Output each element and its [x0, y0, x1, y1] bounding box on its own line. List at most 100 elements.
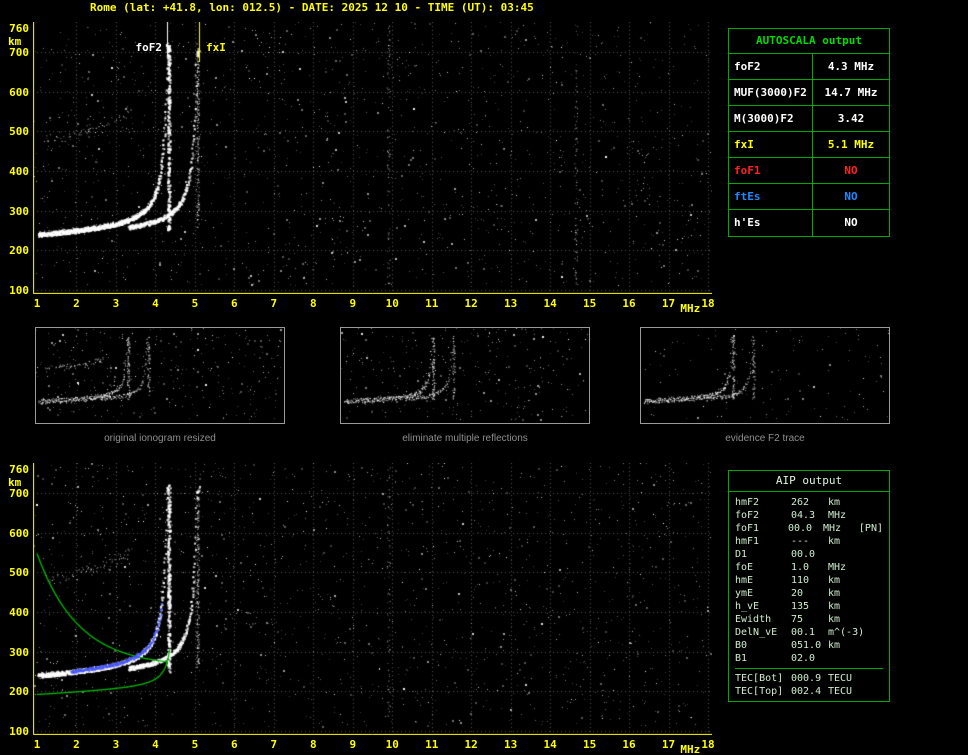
param-label: ftEs — [729, 184, 813, 209]
y-axis-tick-label: 760 — [9, 463, 29, 476]
y-axis-tick-label: 760 — [9, 22, 29, 35]
thumbnail-canvas-original — [36, 328, 284, 423]
x-axis-tick-label: 9 — [349, 738, 357, 751]
x-axis-tick-label: 7 — [270, 738, 278, 751]
aip-note — [866, 672, 883, 685]
param-label: fxI — [729, 132, 813, 157]
aip-value: 002.4 — [791, 686, 822, 697]
x-axis-tick-label: 1 — [33, 738, 41, 751]
y-axis-tick-label: 200 — [9, 685, 29, 699]
aip-output-table: AIP output hmF2 262 km foF2 04.3 MHz foF1 00.0 M… — [728, 470, 890, 702]
aip-unit: km — [828, 575, 841, 586]
x-axis-tick-label: 17 — [661, 297, 676, 310]
x-axis-unit-label: MHz — [680, 743, 701, 755]
y-axis-tick-label: 100 — [9, 725, 29, 738]
param-value: 4.3 MHz — [827, 60, 875, 73]
x-axis-tick-label: 10 — [385, 297, 399, 310]
aip-value: 00.0 — [791, 549, 816, 560]
aip-value: 135 — [791, 601, 810, 612]
aip-unit: km — [828, 614, 841, 625]
param-value: 5.1 MHz — [827, 138, 875, 151]
x-axis-tick-label: 5 — [191, 738, 199, 751]
autoscala-row-ftes: ftEs NO — [729, 184, 889, 210]
y-axis-tick-label: 300 — [9, 645, 29, 659]
x-axis-tick-label: 4 — [152, 297, 159, 310]
x-axis-tick-label: 18 — [701, 738, 715, 751]
param-label: foF1 — [729, 158, 813, 183]
aip-unit — [828, 548, 866, 561]
x-axis-tick-label: 15 — [582, 738, 597, 751]
aip-name: ymE — [735, 588, 754, 599]
ionogram-main: foF2 fxI 760 700 600 500 400 300 200 100 km 1 2 3 4 5… — [2, 14, 726, 324]
y-axis-unit-label: km — [8, 476, 22, 489]
station-date-title: Rome (lat: +41.8, lon: 012.5) - DATE: 20… — [90, 1, 534, 14]
x-axis-tick-label: 16 — [622, 738, 636, 751]
param-label: M(3000)F2 — [729, 106, 813, 131]
aip-note — [866, 561, 883, 574]
x-axis-tick-label: 17 — [661, 738, 676, 751]
aip-row-fof1: foF1 00.0 MHz [PN] — [735, 522, 883, 535]
x-axis-tick-label: 10 — [385, 738, 399, 751]
x-axis-tick-label: 16 — [622, 297, 636, 310]
x-axis-tick-label: 13 — [504, 297, 518, 310]
aip-row-d1: D1 00.0 — [735, 548, 883, 561]
aip-row-ewidth: Ewidth 75 km — [735, 613, 883, 626]
x-axis-tick-label: 6 — [231, 297, 238, 310]
y-axis-tick-label: 200 — [9, 244, 29, 258]
y-axis-unit-label: km — [8, 35, 22, 48]
aip-note — [866, 600, 883, 613]
param-label: MUF(3000)F2 — [729, 80, 813, 105]
aip-value: 02.0 — [791, 653, 816, 664]
x-axis-unit-label: MHz — [680, 302, 701, 315]
aip-row-yme: ymE 20 km — [735, 587, 883, 600]
param-value: 3.42 — [837, 112, 865, 125]
y-axis-tick-label: 100 — [9, 284, 29, 297]
thumbnail-f2-trace — [640, 327, 890, 424]
autoscala-table-header: AUTOSCALA output — [729, 29, 889, 54]
aip-name: hmF2 — [735, 497, 760, 508]
aip-note — [866, 639, 883, 652]
autoscala-row-hes: h'Es NO — [729, 210, 889, 236]
aip-name: TEC[Bot] — [735, 673, 784, 684]
aip-unit: km — [828, 497, 841, 508]
aip-value: --- — [791, 536, 810, 547]
aip-unit: km — [828, 588, 841, 599]
x-axis-tick-label: 7 — [270, 297, 278, 310]
aip-note — [866, 587, 883, 600]
aip-value: 20 — [791, 588, 804, 599]
aip-note — [866, 685, 883, 698]
aip-value: 110 — [791, 575, 810, 586]
aip-row-fof2: foF2 04.3 MHz — [735, 509, 883, 522]
aip-table-rows: hmF2 262 km foF2 04.3 MHz foF1 00.0 MHz [PN] hmF1 -… — [729, 492, 889, 701]
aip-row-hve: h_vE 135 km — [735, 600, 883, 613]
x-axis-tick-label: 12 — [464, 297, 478, 310]
thumbnail-canvas-no-multiples — [341, 328, 589, 423]
aip-row-hmf1: hmF1 --- km — [735, 535, 883, 548]
aip-name: Ewidth — [735, 614, 772, 625]
aip-name: D1 — [735, 549, 748, 560]
aip-note — [866, 496, 883, 509]
autoscala-row-m3000f2: M(3000)F2 3.42 — [729, 106, 889, 132]
aip-value: 04.3 — [791, 510, 816, 521]
x-axis-tick-label: 11 — [425, 297, 439, 310]
autoscala-row-fof2: foF2 4.3 MHz — [729, 54, 889, 80]
aip-name: hmE — [735, 575, 754, 586]
x-axis-tick-label: 8 — [309, 297, 317, 310]
x-axis-tick-label: 2 — [73, 738, 80, 751]
fxI-marker-label: fxI — [206, 41, 226, 54]
aip-row-b0: B0 051.0 km — [735, 639, 883, 652]
x-axis-tick-label: 2 — [73, 297, 80, 310]
y-axis-tick-label: 300 — [9, 204, 29, 218]
autoscala-output-table: AUTOSCALA output foF2 4.3 MHz MUF(3000)F2 1… — [728, 28, 890, 237]
autoscala-row-fxi: fxI 5.1 MHz — [729, 132, 889, 158]
y-axis-tick-label: 400 — [9, 164, 29, 178]
aip-unit: TECU — [828, 686, 853, 697]
x-axis-tick-label: 5 — [191, 297, 199, 310]
aip-name: B0 — [735, 640, 748, 651]
aip-note: [PN] — [858, 523, 883, 534]
param-value: NO — [844, 216, 858, 229]
aip-note — [866, 509, 883, 522]
thumbnail-caption: eliminate multiple reflections — [402, 433, 528, 444]
y-axis-tick-label: 600 — [9, 85, 29, 99]
aip-unit: MHz — [828, 510, 847, 521]
